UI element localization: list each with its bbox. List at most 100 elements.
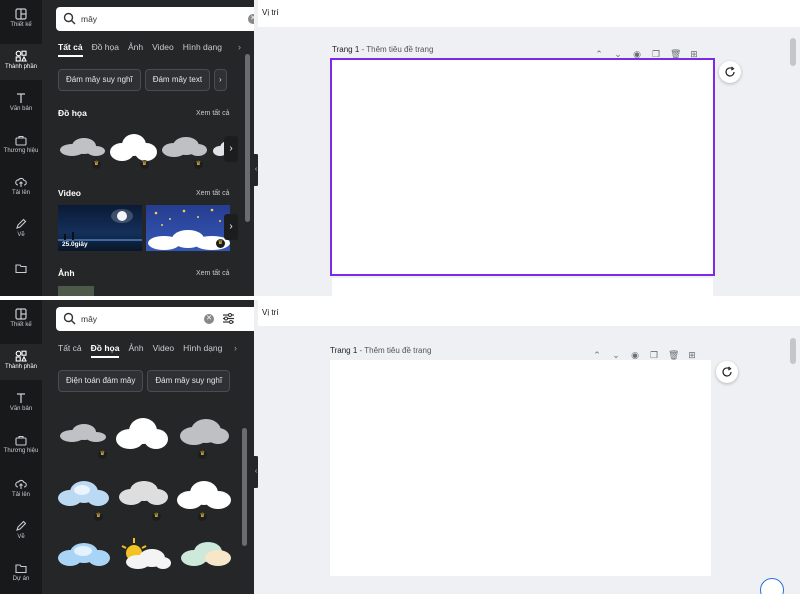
rail-item-brand[interactable]: Thương hiệu	[0, 134, 42, 164]
editor-workspace: Vị trí Trang 1 - Thêm tiêu đề trang ⌃ ⌄ ◉ ❐…	[258, 0, 800, 296]
chevron-right-icon[interactable]: ›	[214, 69, 227, 91]
search-box[interactable]: ✕	[56, 7, 254, 31]
design-page[interactable]	[330, 58, 715, 276]
video-thumbnail[interactable]: 25.0giây	[58, 205, 142, 251]
clear-icon[interactable]: ✕	[204, 314, 214, 324]
rail-item-elements[interactable]: Thành phần	[0, 44, 42, 80]
chevron-right-icon[interactable]: ›	[238, 42, 241, 52]
search-input[interactable]	[81, 311, 201, 327]
sun-cloud-graphic[interactable]	[116, 536, 172, 572]
page-toolbar: ⌃ ⌄ ◉ ❐ 🗑 ⊞	[594, 44, 708, 59]
rail-item-uploads[interactable]: Tải lên	[0, 176, 42, 206]
chip-suggestion[interactable]: Đám mây text	[144, 69, 211, 91]
rail-item-draw[interactable]: Vẽ	[0, 520, 42, 550]
cloud-graphic[interactable]	[58, 420, 108, 448]
crown-icon: ♛	[198, 450, 207, 459]
tab-all[interactable]: Tất cả	[58, 343, 82, 356]
rail-item-elements[interactable]: Thành phần	[0, 344, 42, 380]
rail-item-design[interactable]: Thiết kế	[0, 308, 42, 338]
page-header: Trang 1 - Thêm tiêu đề trang	[332, 45, 434, 54]
rail-label: Thương hiệu	[3, 148, 39, 154]
cloud-graphic[interactable]	[178, 416, 232, 452]
section-title-video: Video	[58, 188, 81, 198]
workspace-scrollbar[interactable]	[790, 338, 796, 364]
tab-photos[interactable]: Ảnh	[128, 42, 143, 55]
section-title-graphics: Đồ họa	[58, 108, 87, 118]
cloud-graphic[interactable]	[56, 540, 112, 570]
workspace-scrollbar[interactable]	[790, 38, 796, 66]
page-title-input[interactable]: Thêm tiêu đề trang	[366, 45, 433, 54]
screenshot-top: Thiết kế Thành phần Văn bản Thương hiệu …	[0, 0, 800, 296]
rail-label: Vẽ	[17, 232, 25, 238]
cloud-graphic[interactable]	[108, 132, 158, 164]
chip-suggestion[interactable]: Đám mây suy nghĩ	[58, 69, 141, 91]
text-icon	[17, 93, 25, 103]
rail-label: Thành phần	[4, 64, 38, 70]
rail-label: Vẽ	[17, 534, 25, 540]
rail-label: Thành phần	[4, 364, 38, 370]
rail-item-design[interactable]: Thiết kế	[0, 8, 42, 38]
cloud-graphic[interactable]	[176, 478, 232, 512]
suggestion-chips: Đám mây suy nghĩ Đám mây text ›	[58, 69, 231, 93]
video-thumbnail[interactable]: 20.0giây ♛	[146, 205, 230, 251]
chip-suggestion[interactable]: Đám mây suy nghĩ	[147, 370, 231, 392]
panel-scrollbar[interactable]	[245, 54, 250, 222]
rail-item-brand[interactable]: Thương hiệu	[0, 434, 42, 464]
scroll-right-button[interactable]: ›	[224, 136, 238, 162]
tab-bar: Tất cả Đồ họa Ảnh Video Hình dạng	[58, 42, 231, 58]
design-page-next[interactable]	[332, 278, 713, 296]
help-button[interactable]	[760, 578, 784, 594]
tab-graphics[interactable]: Đồ họa	[92, 42, 119, 55]
search-input[interactable]	[81, 11, 201, 27]
rail-item-projects[interactable]	[0, 262, 42, 282]
rail-label: Tải lên	[11, 492, 30, 498]
cloud-graphic[interactable]	[56, 478, 110, 510]
cloud-graphic[interactable]	[114, 416, 170, 452]
rail-item-uploads[interactable]: Tải lên	[0, 478, 42, 508]
video-duration: 25.0giây	[62, 241, 88, 248]
clear-icon[interactable]: ✕	[248, 14, 254, 24]
editor-topbar: Vị trí	[258, 300, 800, 326]
section-title-photos: Ảnh	[58, 268, 75, 278]
see-all-link[interactable]: Xem tất cả	[196, 110, 229, 117]
refresh-button[interactable]	[719, 61, 741, 83]
cloud-graphic[interactable]	[178, 540, 234, 570]
tab-shapes[interactable]: Hình dạng	[183, 42, 222, 55]
cloud-graphic[interactable]	[58, 134, 106, 162]
search-icon	[63, 12, 76, 25]
folder-icon	[15, 564, 27, 574]
tab-shapes[interactable]: Hình dạng	[183, 343, 222, 356]
chevron-right-icon[interactable]: ›	[234, 343, 237, 353]
photo-thumbnail[interactable]	[58, 286, 94, 296]
see-all-link[interactable]: Xem tất cả	[196, 270, 229, 277]
tab-photos[interactable]: Ảnh	[128, 343, 143, 356]
crown-icon: ♛	[92, 160, 101, 169]
page-title-input[interactable]: Thêm tiêu đề trang	[364, 346, 431, 355]
rail-item-draw[interactable]: Vẽ	[0, 218, 42, 248]
rail-item-projects[interactable]: Dự án	[0, 562, 42, 592]
tab-videos[interactable]: Video	[153, 343, 175, 356]
scroll-right-button[interactable]: ›	[224, 214, 238, 240]
search-box[interactable]: ✕	[56, 307, 254, 331]
refresh-icon	[725, 66, 735, 77]
tab-videos[interactable]: Video	[152, 42, 174, 55]
editor-topbar: Vị trí	[258, 0, 800, 27]
crown-icon: ♛	[94, 512, 103, 521]
position-label[interactable]: Vị trí	[262, 308, 278, 317]
panel-scrollbar[interactable]	[242, 428, 247, 546]
rail-item-text[interactable]: Văn bản	[0, 92, 42, 122]
refresh-button[interactable]	[716, 361, 738, 383]
rail-item-text[interactable]: Văn bản	[0, 392, 42, 422]
tab-all[interactable]: Tất cả	[58, 42, 83, 57]
tab-graphics[interactable]: Đồ họa	[90, 343, 120, 358]
chip-suggestion[interactable]: Điện toán đám mây	[58, 370, 144, 392]
briefcase-icon	[15, 435, 27, 446]
cloud-graphic[interactable]	[116, 478, 170, 510]
rail-label: Dự án	[12, 576, 30, 582]
rail-label: Thiết kế	[10, 22, 32, 28]
cloud-graphic[interactable]	[160, 134, 208, 162]
position-label[interactable]: Vị trí	[262, 8, 278, 17]
design-page[interactable]	[330, 360, 711, 576]
see-all-link[interactable]: Xem tất cả	[196, 190, 229, 197]
filter-icon[interactable]	[222, 312, 235, 325]
